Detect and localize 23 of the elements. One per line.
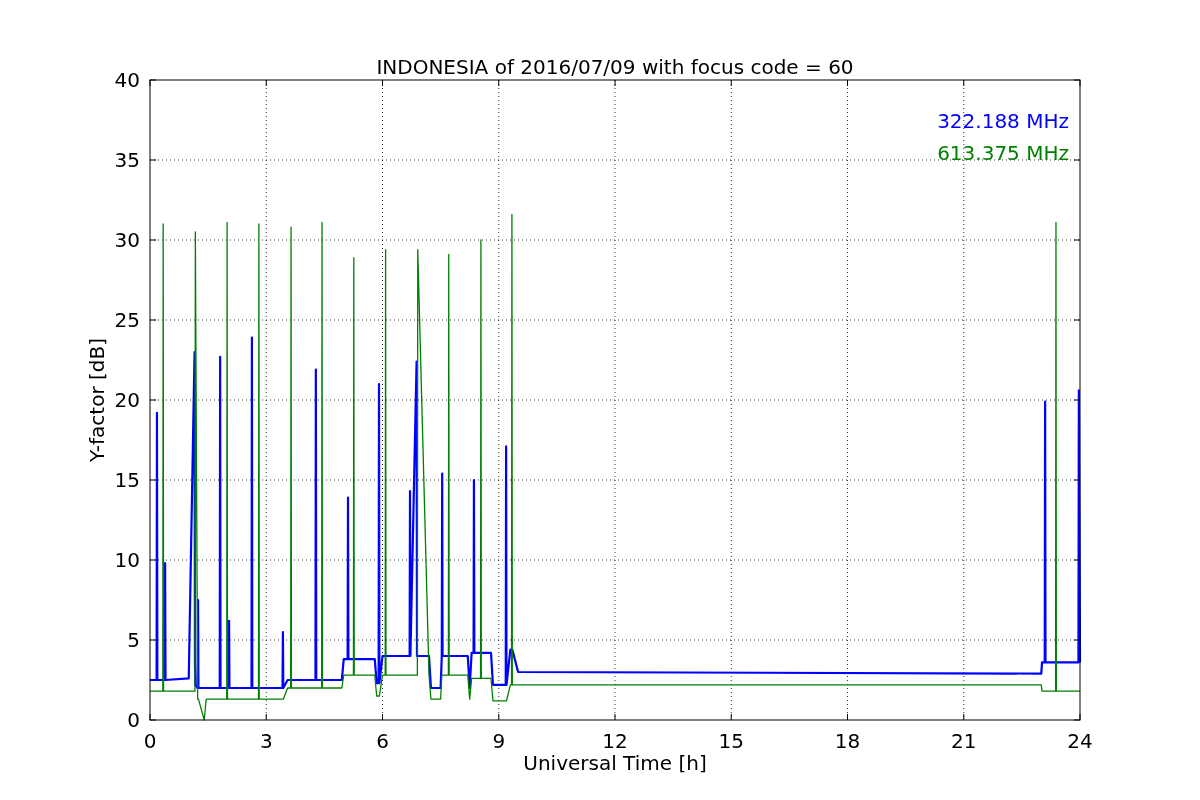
x-axis-label: Universal Time [h] (523, 751, 707, 775)
y-tick-label: 10 (114, 548, 140, 572)
y-tick-label: 5 (127, 628, 140, 652)
x-tick-label: 0 (143, 729, 157, 753)
legend-label: 613.375 MHz (937, 141, 1069, 165)
y-tick-label: 25 (114, 308, 140, 332)
x-tick-label: 12 (602, 729, 628, 753)
x-tick-label: 21 (951, 729, 977, 753)
x-tick-label: 15 (718, 729, 744, 753)
x-tick-label: 9 (492, 729, 506, 753)
y-tick-label: 0 (127, 708, 140, 732)
y-tick-label: 40 (114, 68, 140, 92)
y-tick-label: 20 (114, 388, 140, 412)
y-tick-label: 30 (114, 228, 140, 252)
x-tick-label: 24 (1067, 729, 1093, 753)
x-tick-label: 3 (259, 729, 273, 753)
chart-title: INDONESIA of 2016/07/09 with focus code = 60 (376, 55, 854, 79)
x-tick-label: 18 (834, 729, 861, 753)
legend-label: 322.188 MHz (937, 109, 1069, 133)
y-axis-label: Y-factor [dB] (85, 338, 109, 462)
y-tick-label: 35 (114, 148, 140, 172)
x-tick-label: 6 (376, 729, 389, 753)
y-tick-label: 15 (114, 468, 140, 492)
